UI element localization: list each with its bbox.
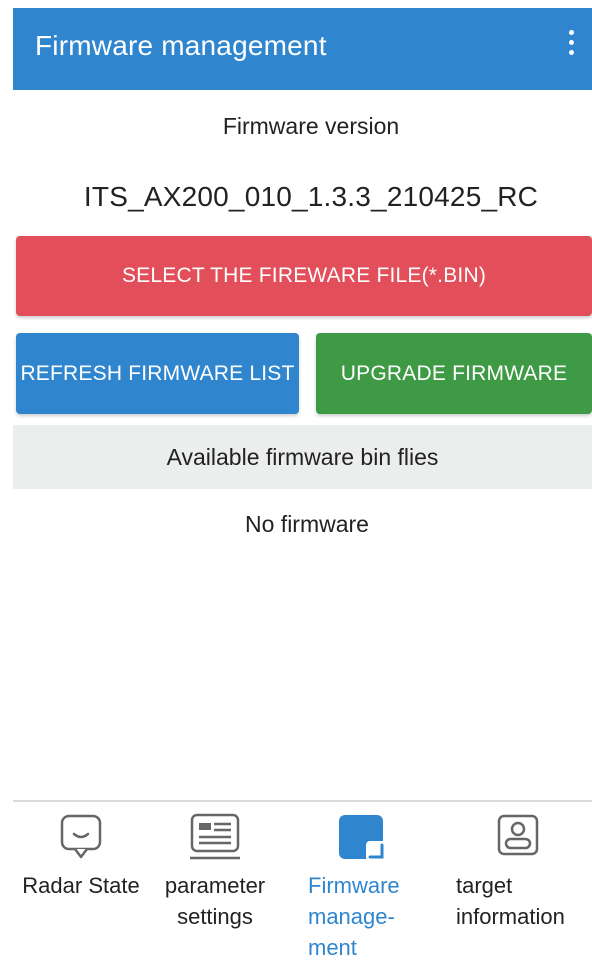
app-bar: Firmware management — [13, 8, 592, 90]
nav-item-firmware-management[interactable]: Firmware manage- ment — [300, 812, 424, 980]
parameter-card-icon — [190, 813, 240, 860]
bottom-nav-divider — [13, 800, 592, 802]
firmware-version-label: Firmware version — [222, 113, 400, 139]
firmware-list-empty-text: No firmware — [245, 511, 369, 537]
nav-item-radar-state[interactable]: Radar State — [10, 812, 152, 980]
nav-label: target information — [456, 873, 565, 929]
nav-label: Firmware manage- ment — [308, 873, 400, 960]
firmware-list-header: Available firmware bin flies — [13, 425, 592, 489]
nav-item-parameter-settings[interactable]: parameter settings — [150, 812, 280, 980]
nav-item-target-information[interactable]: target information — [444, 812, 592, 980]
message-bubble-icon — [60, 814, 102, 859]
more-vert-icon[interactable] — [566, 30, 576, 64]
nav-label: Radar State — [22, 873, 140, 898]
person-card-icon — [497, 814, 539, 856]
upgrade-firmware-button[interactable]: UPGRADE FIRMWARE — [316, 333, 592, 414]
refresh-firmware-list-button[interactable]: REFRESH FIRMWARE LIST — [16, 333, 299, 414]
nav-label: parameter settings — [164, 873, 266, 929]
firmware-tile-icon — [339, 815, 386, 861]
firmware-version-value: ITS_AX200_010_1.3.3_210425_RC — [83, 181, 539, 212]
page-title: Firmware management — [35, 30, 327, 61]
select-firmware-file-button[interactable]: SELECT THE FIREWARE FILE(*.BIN) — [16, 236, 592, 316]
